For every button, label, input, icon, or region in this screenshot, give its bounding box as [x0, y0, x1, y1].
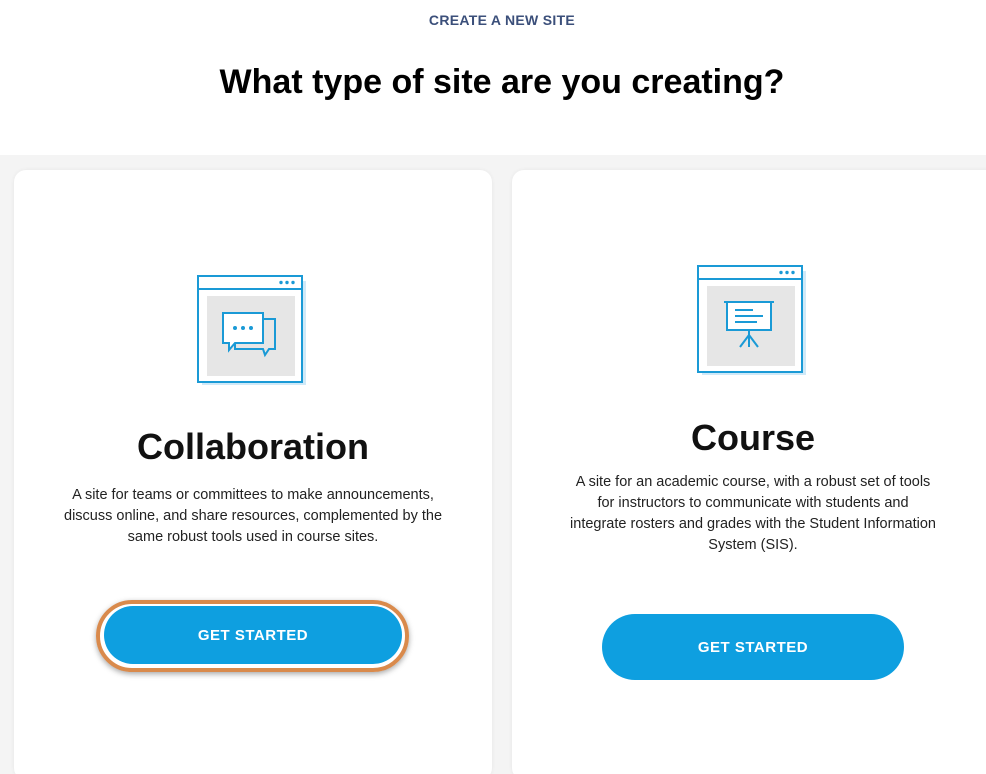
presentation-board-window-icon	[697, 265, 806, 375]
course-description: A site for an academic course, with a ro…	[570, 474, 936, 553]
collaboration-card: Collaboration A site for teams or commit…	[14, 170, 492, 774]
course-get-started-button[interactable]: GET STARTED	[602, 614, 904, 680]
course-card: Course A site for an academic course, wi…	[512, 170, 986, 774]
chat-bubbles-window-icon	[197, 275, 306, 385]
site-type-options: Collaboration A site for teams or commit…	[0, 155, 986, 774]
collaboration-get-started-button[interactable]: GET STARTED	[104, 606, 402, 664]
page-eyebrow: CREATE A NEW SITE	[428, 12, 576, 28]
collaboration-title: Collaboration	[137, 426, 369, 467]
collaboration-description: A site for teams or committees to make a…	[64, 487, 443, 545]
page-title: What type of site are you creating?	[219, 63, 785, 101]
create-site-page: CREATE A NEW SITE What type of site are …	[0, 0, 986, 774]
course-title: Course	[690, 417, 816, 458]
